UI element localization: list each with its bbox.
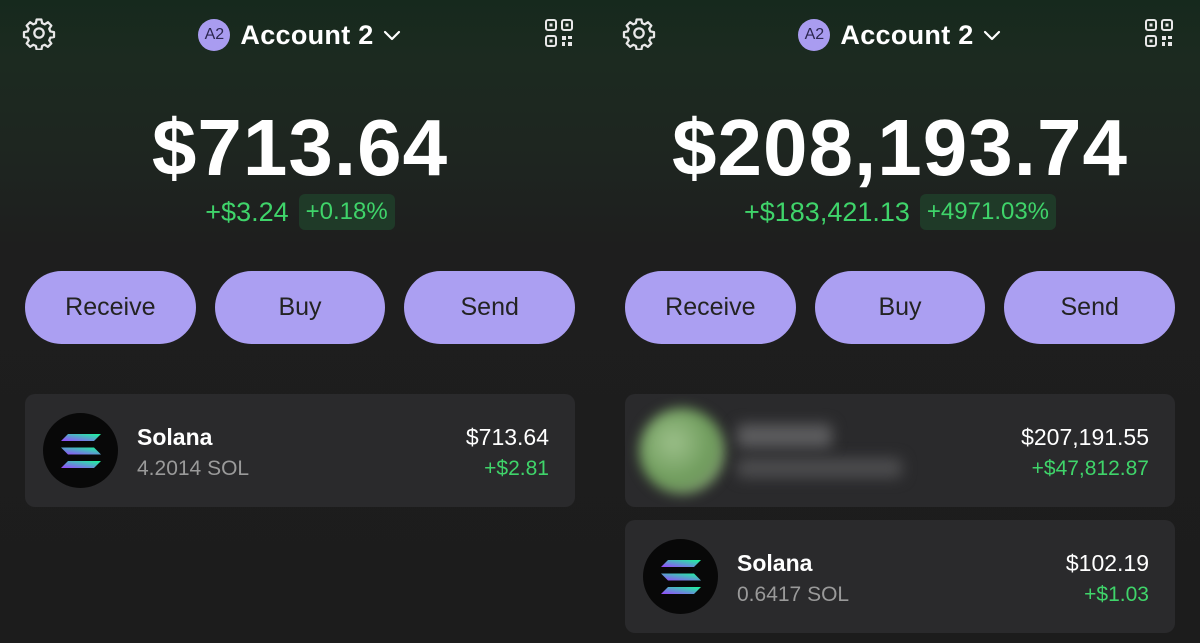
wallet-screen-right: A2 Account 2 $208,193.74 +$183,421.13 +4… bbox=[600, 0, 1200, 643]
token-logo-blurred bbox=[639, 408, 725, 494]
screens-container: A2 Account 2 $713.64 +$3.24 +0.18% Recei… bbox=[0, 0, 1200, 643]
account-avatar: A2 bbox=[798, 19, 831, 51]
account-selector[interactable]: A2 Account 2 bbox=[0, 18, 600, 52]
receive-button[interactable]: Receive bbox=[25, 271, 196, 344]
token-row-solana[interactable]: Solana 0.6417 SOL $102.19 +$1.03 bbox=[625, 520, 1175, 633]
token-value: $102.19 bbox=[1065, 550, 1149, 576]
solana-logo-icon bbox=[643, 539, 718, 614]
balance-change: +$3.24 +0.18% bbox=[0, 192, 600, 232]
token-row-blurred[interactable]: $207,191.55 +$47,812.87 bbox=[625, 394, 1175, 507]
token-name: Solana bbox=[137, 424, 213, 450]
chevron-down-icon bbox=[983, 30, 1000, 41]
token-amount: 0.6417 SOL bbox=[737, 583, 850, 606]
change-percent-badge: +0.18% bbox=[298, 194, 395, 230]
receive-button[interactable]: Receive bbox=[625, 271, 796, 344]
token-change: +$47,812.87 bbox=[1031, 457, 1149, 480]
change-percent-badge: +4971.03% bbox=[919, 194, 1057, 230]
total-balance: $713.64 bbox=[151, 103, 449, 192]
action-buttons: Receive Buy Send bbox=[625, 271, 1176, 344]
token-name: Solana bbox=[737, 550, 813, 576]
change-amount: +$3.24 bbox=[205, 196, 289, 227]
buy-button[interactable]: Buy bbox=[814, 271, 986, 344]
header: A2 Account 2 bbox=[0, 0, 600, 70]
qr-code-icon[interactable] bbox=[544, 18, 574, 48]
buy-button[interactable]: Buy bbox=[214, 271, 386, 344]
wallet-screen-left: A2 Account 2 $713.64 +$3.24 +0.18% Recei… bbox=[0, 0, 600, 643]
token-change: +$2.81 bbox=[484, 457, 549, 480]
account-name: Account 2 bbox=[840, 19, 974, 50]
account-avatar: A2 bbox=[198, 19, 231, 51]
token-amount-blurred bbox=[737, 458, 902, 478]
account-selector[interactable]: A2 Account 2 bbox=[600, 18, 1200, 52]
qr-code-icon[interactable] bbox=[1144, 18, 1174, 48]
send-button[interactable]: Send bbox=[1004, 271, 1176, 344]
account-name: Account 2 bbox=[240, 19, 374, 50]
change-amount: +$183,421.13 bbox=[743, 196, 910, 227]
balance-change: +$183,421.13 +4971.03% bbox=[600, 192, 1200, 232]
token-value: $713.64 bbox=[465, 424, 549, 450]
token-value: $207,191.55 bbox=[1021, 424, 1149, 450]
header: A2 Account 2 bbox=[600, 0, 1200, 70]
send-button[interactable]: Send bbox=[404, 271, 576, 344]
token-row-solana[interactable]: Solana 4.2014 SOL $713.64 +$2.81 bbox=[25, 394, 575, 507]
solana-logo-icon bbox=[43, 413, 118, 488]
token-amount: 4.2014 SOL bbox=[137, 457, 250, 480]
chevron-down-icon bbox=[383, 30, 400, 41]
token-name-blurred bbox=[737, 424, 832, 448]
token-change: +$1.03 bbox=[1084, 583, 1149, 606]
total-balance: $208,193.74 bbox=[672, 103, 1128, 192]
action-buttons: Receive Buy Send bbox=[25, 271, 576, 344]
